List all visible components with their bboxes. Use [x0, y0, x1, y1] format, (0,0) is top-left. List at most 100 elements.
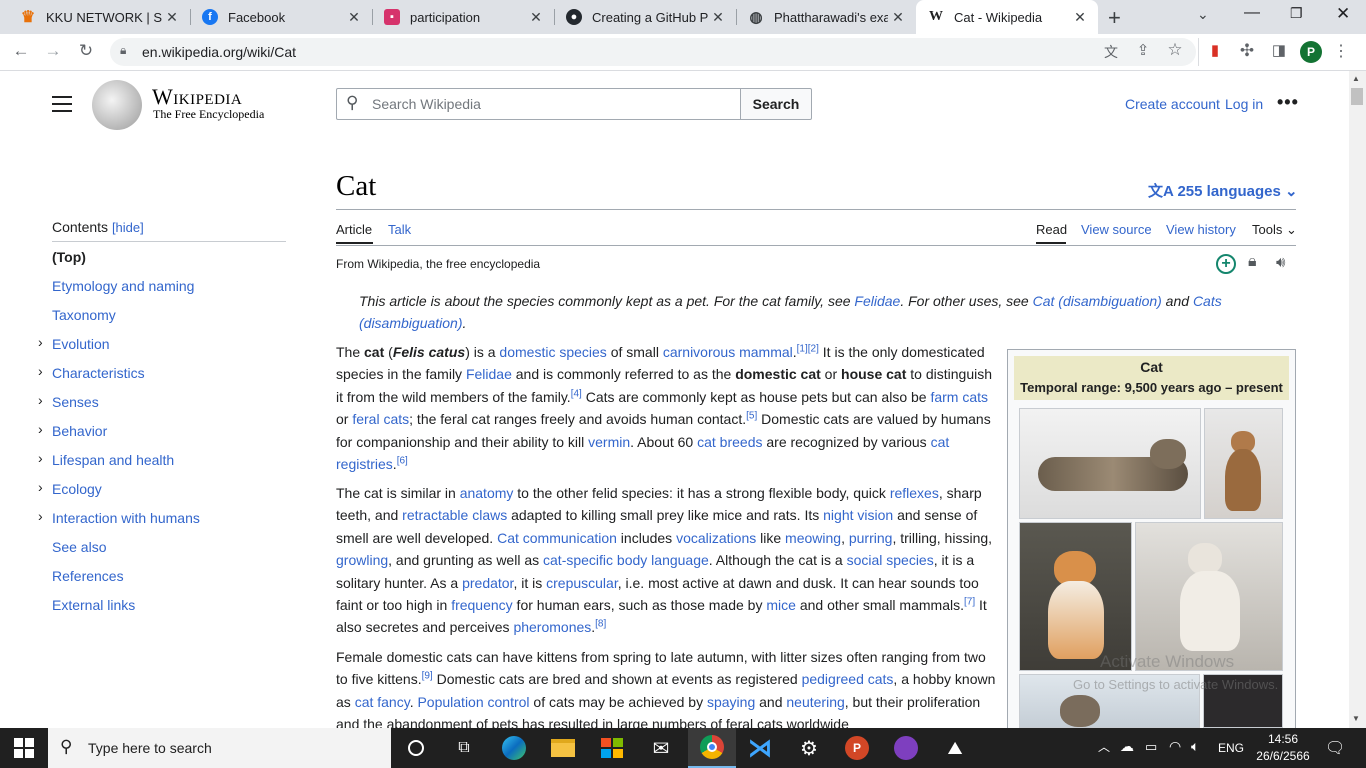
toc-item-senses[interactable]: Senses — [52, 394, 99, 410]
close-tab-icon[interactable]: ✕ — [888, 9, 908, 26]
browser-tab[interactable]: ◍ Phattharawadi's exam ✕ — [736, 0, 916, 34]
browser-tab[interactable]: ● Creating a GitHub Pag ✕ — [554, 0, 736, 34]
restore-button[interactable]: ❐ — [1290, 5, 1303, 22]
scrollbar-thumb[interactable] — [1351, 88, 1363, 105]
battery-icon[interactable]: ▭ — [1145, 739, 1157, 755]
minimize-button[interactable]: — — [1244, 4, 1260, 22]
vscode-icon[interactable]: ⋊ — [736, 728, 784, 768]
chevron-right-icon[interactable]: › — [38, 479, 43, 495]
new-tab-button[interactable]: + — [1108, 5, 1121, 31]
url-text[interactable]: en.wikipedia.org/wiki/Cat — [142, 44, 296, 60]
tab-view-history[interactable]: View history — [1166, 222, 1236, 237]
show-hidden-icons[interactable]: ︿ — [1098, 738, 1110, 755]
browser-tab[interactable]: f Facebook ✕ — [190, 0, 372, 34]
chevron-right-icon[interactable]: › — [38, 363, 43, 379]
facebook-icon: f — [202, 9, 218, 25]
powerpoint-icon[interactable]: P — [833, 728, 881, 768]
hatnote-link-cat-disambiguation[interactable]: Cat (disambiguation) — [1033, 293, 1162, 309]
toc-item-lifespan[interactable]: Lifespan and health — [52, 452, 174, 468]
spoken-article-icon[interactable]: 🔊︎ — [1276, 254, 1285, 271]
toc-hide-link[interactable]: [hide] — [112, 220, 144, 235]
infobox-image-abyssinian[interactable] — [1204, 408, 1283, 519]
language-selector[interactable]: 文A 255 languages ⌄ — [1148, 180, 1298, 201]
clock-date[interactable]: 26/6/2566 — [1252, 749, 1314, 763]
hatnote-link-felidae[interactable]: Felidae — [854, 293, 900, 309]
close-tab-icon[interactable]: ✕ — [1070, 9, 1090, 26]
toc-item-characteristics[interactable]: Characteristics — [52, 365, 145, 381]
close-tab-icon[interactable]: ✕ — [344, 9, 364, 26]
side-panel-icon[interactable]: ◨ — [1267, 41, 1291, 59]
browser-tab[interactable]: ▪ participation ✕ — [372, 0, 554, 34]
toc-item-references[interactable]: References — [52, 568, 124, 584]
task-view-icon[interactable]: ⧉ — [440, 728, 488, 768]
browser-tab-active[interactable]: W Cat - Wikipedia ✕ — [916, 0, 1098, 34]
more-options-icon[interactable]: ••• — [1277, 92, 1299, 113]
toc-item-see-also[interactable]: See also — [52, 539, 106, 555]
chevron-right-icon[interactable]: › — [38, 508, 43, 524]
infobox-image-tabby[interactable] — [1019, 408, 1201, 519]
notifications-icon[interactable]: 🗨︎ — [1325, 738, 1345, 758]
good-article-icon[interactable]: + — [1216, 254, 1236, 274]
toc-item-top[interactable]: (Top) — [52, 249, 86, 265]
chevron-right-icon[interactable]: › — [38, 334, 43, 350]
toc-item-evolution[interactable]: Evolution — [52, 336, 110, 352]
chevron-right-icon[interactable]: › — [38, 450, 43, 466]
infobox-image-siamese[interactable] — [1135, 522, 1283, 671]
search-button[interactable]: Search — [740, 88, 812, 120]
mail-icon[interactable]: ✉ — [637, 728, 685, 768]
cortana-icon[interactable] — [392, 728, 440, 768]
close-tab-icon[interactable]: ✕ — [162, 9, 182, 26]
toc-item-behavior[interactable]: Behavior — [52, 423, 107, 439]
tools-dropdown[interactable]: Tools ⌄ — [1252, 222, 1297, 238]
clock-time[interactable]: 14:56 — [1256, 732, 1310, 746]
scroll-down-icon[interactable]: ▼ — [1352, 714, 1360, 723]
bookmark-star-icon[interactable]: ☆ — [1163, 40, 1187, 60]
volume-icon[interactable]: 🔈︎ — [1191, 738, 1199, 755]
onedrive-icon[interactable]: ☁ — [1120, 738, 1134, 755]
file-explorer-icon[interactable] — [539, 728, 587, 768]
close-tab-icon[interactable]: ✕ — [526, 9, 546, 26]
create-account-link[interactable]: Create account — [1125, 96, 1220, 112]
tab-read[interactable]: Read — [1036, 222, 1067, 237]
toc-item-etymology[interactable]: Etymology and naming — [52, 278, 194, 294]
infobox-image-orange-white[interactable] — [1019, 522, 1132, 671]
edge-icon[interactable] — [490, 728, 538, 768]
translate-icon[interactable]: 文 — [1099, 42, 1123, 62]
scroll-up-icon[interactable]: ▲ — [1352, 74, 1360, 83]
extension-pdf-icon[interactable]: ▮ — [1203, 41, 1227, 59]
close-tab-icon[interactable]: ✕ — [708, 9, 728, 26]
page-scrollbar[interactable] — [1349, 71, 1366, 728]
photos-icon[interactable]: ⛰ — [931, 728, 979, 768]
microsoft-store-icon[interactable] — [588, 728, 636, 768]
browser-tab[interactable]: ♛ KKU NETWORK | Statu ✕ — [8, 0, 190, 34]
lock-icon[interactable]: 🔒︎ — [120, 43, 126, 58]
toc-item-taxonomy[interactable]: Taxonomy — [52, 307, 116, 323]
share-icon[interactable]: ⇪ — [1131, 41, 1155, 59]
tab-search-icon[interactable]: ⌄ — [1197, 6, 1209, 23]
tab-talk[interactable]: Talk — [388, 222, 411, 237]
wifi-icon[interactable]: ◠ — [1169, 738, 1181, 755]
extensions-icon[interactable]: ✣ — [1235, 41, 1259, 61]
protection-lock-icon[interactable]: 🔒︎ — [1248, 253, 1257, 271]
reload-icon[interactable]: ↻ — [74, 41, 98, 61]
tab-view-source[interactable]: View source — [1081, 222, 1152, 237]
toc-item-external-links[interactable]: External links — [52, 597, 135, 613]
chrome-menu-icon[interactable]: ⋮ — [1329, 41, 1353, 61]
chevron-right-icon[interactable]: › — [38, 421, 43, 437]
wikipedia-globe-logo[interactable] — [92, 80, 142, 130]
chrome-icon[interactable] — [688, 728, 736, 768]
main-menu-icon[interactable] — [52, 96, 72, 112]
back-icon[interactable]: ← — [9, 41, 33, 61]
forward-icon[interactable]: → — [41, 41, 65, 61]
github-desktop-icon[interactable] — [882, 728, 930, 768]
tab-article[interactable]: Article — [336, 222, 372, 237]
profile-avatar[interactable]: P — [1300, 41, 1322, 63]
language-indicator[interactable]: ENG — [1218, 741, 1244, 755]
settings-gear-icon[interactable]: ⚙ — [785, 728, 833, 768]
windows-start-icon[interactable] — [14, 738, 34, 758]
chevron-right-icon[interactable]: › — [38, 392, 43, 408]
close-window-button[interactable]: ✕ — [1336, 4, 1350, 24]
toc-item-interaction[interactable]: Interaction with humans — [52, 510, 200, 526]
toc-item-ecology[interactable]: Ecology — [52, 481, 102, 497]
log-in-link[interactable]: Log in — [1225, 96, 1263, 112]
